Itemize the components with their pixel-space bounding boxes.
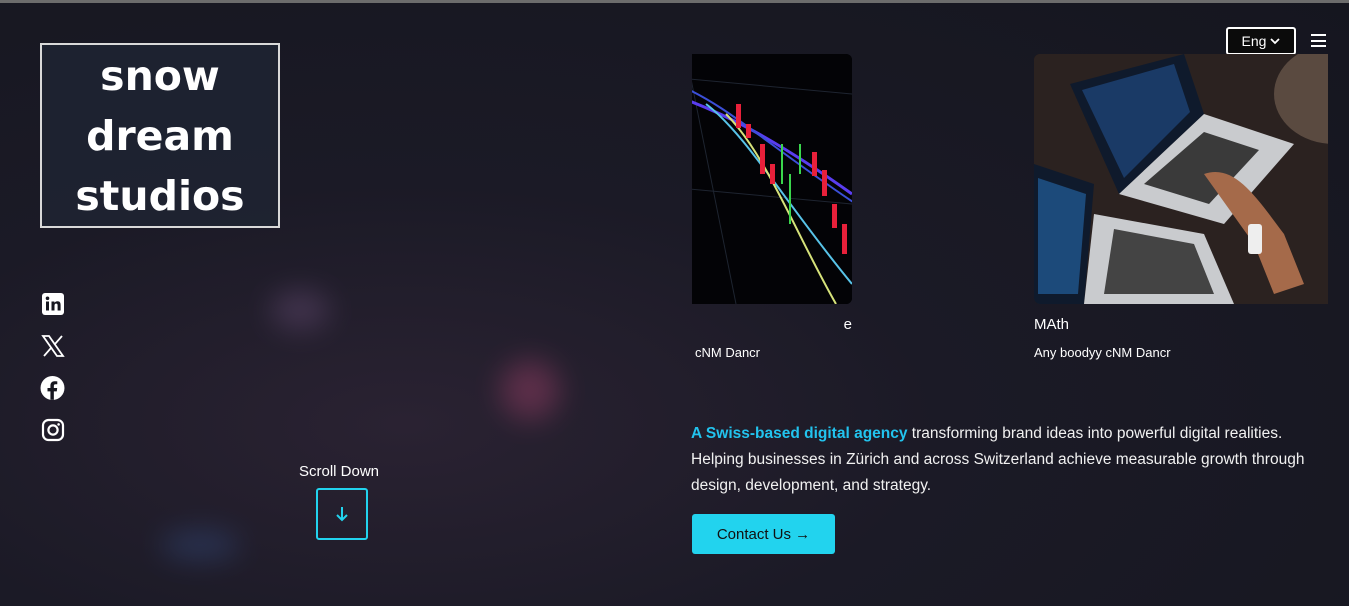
background-bokeh	[160, 530, 240, 560]
brand-logo[interactable]: snow dream studios	[40, 43, 280, 228]
scroll-down-button[interactable]	[316, 488, 368, 540]
project-card[interactable]: e cNM Dancr	[692, 54, 852, 360]
instagram-icon[interactable]	[40, 418, 65, 442]
menu-icon	[1311, 34, 1326, 36]
menu-icon	[1311, 45, 1326, 47]
card-subtitle: cNM Dancr	[695, 345, 761, 360]
intro-text: A Swiss-based digital agency transformin…	[691, 421, 1331, 499]
card-subtitle: Any boodyy cNM Dancr	[1034, 345, 1171, 360]
stock-chart-image	[692, 54, 852, 304]
brand-line: snow	[100, 51, 220, 100]
contact-us-button[interactable]: Contact Us →	[692, 514, 835, 554]
brand-line: dream	[86, 111, 234, 160]
card-title: MAth	[1034, 316, 1070, 333]
facebook-icon[interactable]	[40, 376, 65, 400]
top-border	[0, 0, 1349, 3]
arrow-down-icon	[336, 507, 348, 522]
menu-icon	[1311, 39, 1326, 42]
scroll-down-label: Scroll Down	[299, 463, 380, 480]
x-icon[interactable]	[40, 334, 65, 358]
intro-highlight: A Swiss-based digital agency	[691, 425, 908, 442]
background-bokeh	[500, 360, 560, 420]
laptops-image	[1034, 54, 1328, 304]
chevron-down-icon	[1270, 38, 1281, 45]
menu-button[interactable]	[1311, 34, 1326, 47]
language-value: Eng	[1241, 33, 1267, 49]
language-select[interactable]: Eng	[1226, 27, 1296, 55]
social-links	[40, 292, 65, 442]
background-bokeh	[270, 290, 330, 330]
card-title: e	[843, 316, 852, 333]
project-card[interactable]: MAth Any boodyy cNM Dancr	[1034, 54, 1328, 360]
linkedin-icon[interactable]	[40, 292, 65, 316]
brand-line: studios	[75, 171, 245, 220]
project-carousel[interactable]: e cNM Dancr MAth Any boodyy cNM Dancr	[692, 54, 1328, 374]
